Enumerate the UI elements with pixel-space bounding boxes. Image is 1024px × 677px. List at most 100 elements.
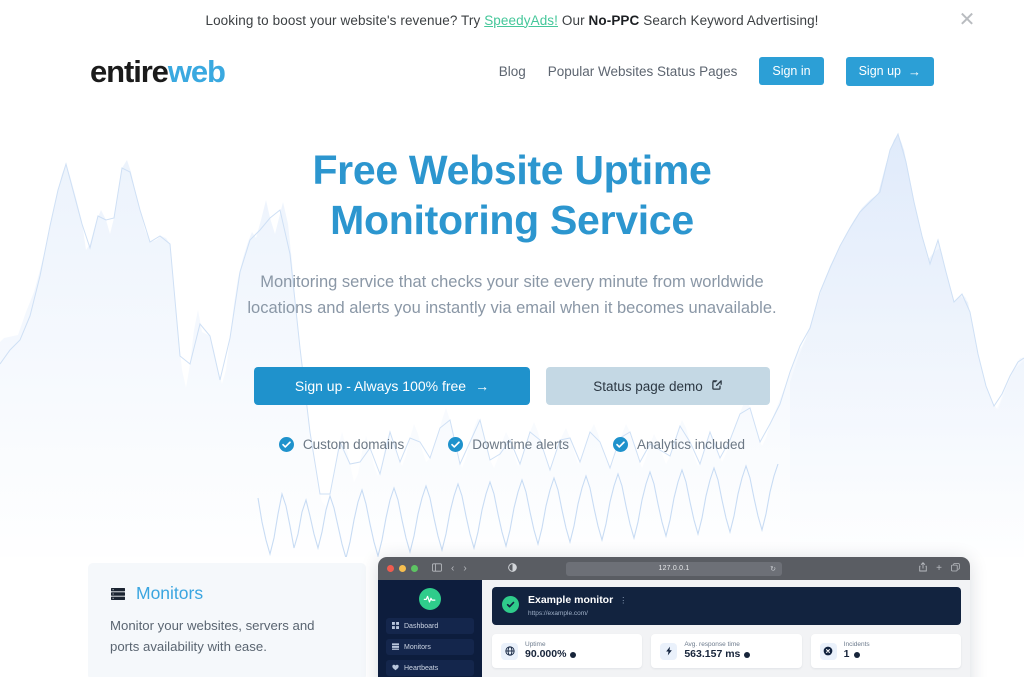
stat-card-uptime: Uptime 90.000% — [492, 633, 643, 669]
check-circle-icon — [278, 437, 294, 453]
promo-banner-text: Looking to boost your website's revenue?… — [205, 13, 818, 28]
cta-row: Sign up - Always 100% free → Status page… — [254, 367, 770, 406]
vertical-dots-icon[interactable]: ⋮ — [619, 596, 627, 605]
monitor-name-row: Example monitor ⋮ — [528, 594, 627, 607]
hero-subtitle-line-2: locations and alerts you instantly via e… — [247, 299, 777, 318]
bolt-icon — [660, 642, 678, 660]
sign-up-button[interactable]: Sign up → — [845, 56, 934, 86]
info-icon[interactable] — [853, 651, 860, 658]
grid-icon — [392, 621, 399, 631]
pulse-logo-icon — [419, 588, 441, 610]
monitor-name: Example monitor — [528, 594, 614, 606]
stat-label: Incidents — [843, 640, 870, 648]
sidebar-item-monitors[interactable]: Monitors — [386, 639, 474, 655]
minimize-dot-icon[interactable] — [399, 565, 406, 572]
feature-card-title: Monitors — [136, 583, 204, 603]
forward-icon[interactable]: › — [463, 563, 466, 574]
arrow-right-icon: → — [475, 378, 490, 395]
globe-icon — [501, 642, 518, 660]
main-nav: Blog Popular Websites Status Pages Sign … — [499, 56, 934, 86]
site-header: entireweb Blog Popular Websites Status P… — [0, 40, 1024, 102]
promo-text-mid: Our — [558, 12, 589, 28]
feature-label: Analytics included — [637, 437, 746, 453]
address-bar-url: 127.0.0.1 — [658, 565, 690, 572]
heart-icon — [392, 664, 399, 673]
features-showcase-section: Monitors Monitor your websites, servers … — [0, 557, 1024, 677]
stat-card-avg-response-time: Avg. response time 563.157 ms — [651, 633, 802, 669]
feature-cards-column: Monitors Monitor your websites, servers … — [88, 557, 366, 677]
promo-text-after: Search Keyword Advertising! — [639, 12, 819, 28]
list-icon — [392, 642, 399, 652]
check-circle-icon — [613, 437, 628, 453]
hero-title-line-1: Free Website Uptime — [312, 147, 712, 193]
share-icon[interactable] — [919, 562, 927, 575]
sidebar-item-dashboard[interactable]: Dashboard — [386, 618, 474, 634]
stat-text: Uptime 90.000% — [525, 640, 577, 662]
monitor-info: Example monitor ⋮ https://example.com/ — [528, 594, 627, 617]
external-link-icon — [711, 379, 723, 394]
arrow-right-icon: → — [908, 63, 921, 79]
status-page-demo-label: Status page demo — [593, 378, 703, 394]
info-icon[interactable] — [744, 651, 751, 658]
speedyads-link[interactable]: SpeedyAds! — [484, 13, 558, 28]
sidebar-item-heartbeats[interactable]: Heartbeats — [386, 660, 474, 676]
address-bar[interactable]: 127.0.0.1 ↻ — [566, 561, 782, 576]
feature-card-monitors[interactable]: Monitors Monitor your websites, servers … — [88, 563, 366, 677]
close-dot-icon[interactable] — [387, 565, 394, 572]
feature-label: Custom domains — [302, 437, 405, 453]
monitor-summary-card[interactable]: Example monitor ⋮ https://example.com/ — [492, 587, 961, 625]
monitor-url: https://example.com/ — [528, 609, 588, 617]
browser-toolbar: ‹ › 127.0.0.1 ↻ + — [378, 557, 970, 580]
feature-list: Custom domains Downtime alerts Analytics… — [278, 437, 746, 453]
feature-label: Downtime alerts — [472, 437, 569, 453]
new-tab-icon[interactable]: + — [936, 563, 942, 574]
promo-banner: Looking to boost your website's revenue?… — [0, 0, 1024, 40]
stat-label: Avg. response time — [684, 640, 740, 648]
server-stack-icon — [110, 586, 126, 602]
entireweb-logo[interactable]: entireweb — [90, 53, 226, 89]
hero-content: Free Website Uptime Monitoring Service M… — [0, 102, 1024, 453]
hero-title-line-2: Monitoring Service — [330, 197, 694, 244]
info-icon[interactable] — [570, 651, 577, 658]
sidebar-item-label: Dashboard — [404, 622, 439, 630]
uptime-dashboard: Dashboard Monitors Heartbeats Example mo… — [378, 580, 970, 677]
hero-section: Free Website Uptime Monitoring Service M… — [0, 102, 1024, 557]
stat-card-incidents: Incidents 1 — [810, 633, 961, 669]
check-circle-icon — [448, 437, 464, 453]
nav-item-blog[interactable]: Blog — [499, 64, 526, 79]
nav-item-popular-websites-status-pages[interactable]: Popular Websites Status Pages — [548, 64, 738, 79]
signup-free-button[interactable]: Sign up - Always 100% free → — [254, 367, 530, 406]
maximize-dot-icon[interactable] — [411, 565, 418, 572]
promo-text-before: Looking to boost your website's revenue?… — [205, 12, 485, 28]
feature-item-analytics-included: Analytics included — [613, 437, 746, 453]
stat-value-row: 563.157 ms — [684, 648, 751, 661]
close-icon[interactable]: ✕ — [956, 9, 978, 31]
browser-nav-controls: ‹ › — [432, 562, 467, 575]
stat-value: 90.000% — [525, 648, 567, 661]
sign-in-button[interactable]: Sign in — [759, 57, 824, 85]
stat-value: 563.157 ms — [684, 648, 741, 661]
sign-up-label: Sign up — [858, 64, 901, 78]
sidebar-toggle-icon[interactable] — [432, 562, 442, 575]
dashboard-sidebar: Dashboard Monitors Heartbeats — [378, 580, 482, 677]
appearance-icon[interactable] — [508, 563, 517, 574]
stat-cards: Uptime 90.000% Avg. response time 563.15… — [492, 633, 961, 669]
back-icon[interactable]: ‹ — [451, 563, 454, 574]
logo-text-web: web — [167, 53, 226, 89]
promo-text-bold: No-PPC — [588, 12, 640, 28]
feature-item-downtime-alerts: Downtime alerts — [448, 437, 569, 453]
tabs-icon[interactable] — [951, 562, 960, 575]
feature-card-header: Monitors — [110, 583, 344, 604]
status-page-demo-button[interactable]: Status page demo — [546, 367, 770, 406]
hero-subtitle-line-1: Monitoring service that checks your site… — [260, 273, 764, 292]
stat-value-row: 90.000% — [525, 648, 577, 661]
logo-text-entire: entire — [90, 53, 169, 89]
signup-free-label: Sign up - Always 100% free — [294, 378, 467, 395]
page-root: Looking to boost your website's revenue?… — [0, 0, 1024, 677]
traffic-lights — [387, 565, 418, 572]
dashboard-main: Example monitor ⋮ https://example.com/ U… — [482, 580, 970, 677]
x-circle-icon — [819, 642, 837, 660]
reload-icon[interactable]: ↻ — [770, 565, 776, 573]
browser-mockup: ‹ › 127.0.0.1 ↻ + Dashboard Monitors Hea… — [378, 557, 970, 677]
stat-label: Uptime — [525, 640, 546, 648]
